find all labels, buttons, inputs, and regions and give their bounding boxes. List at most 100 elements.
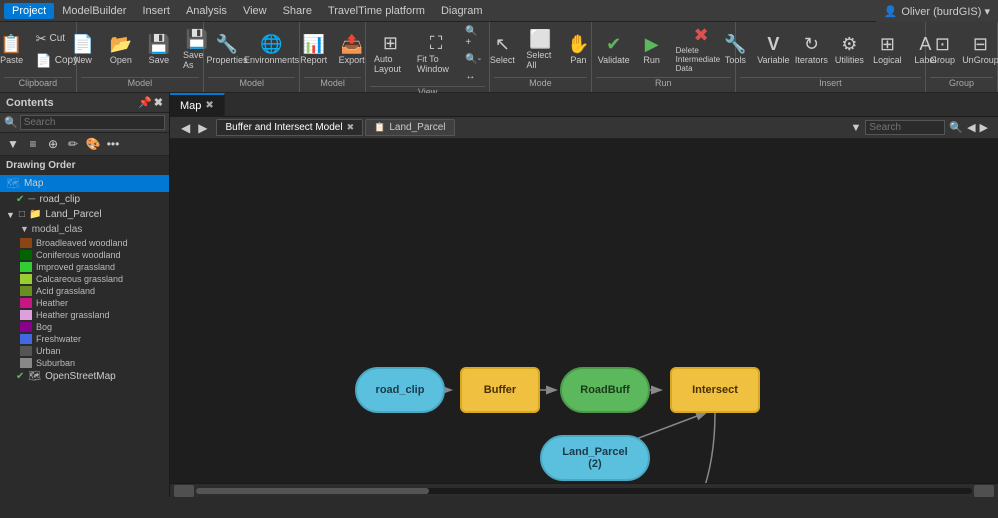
more-icon[interactable]: ••• — [104, 135, 122, 153]
export-button[interactable]: 📤Export — [334, 33, 370, 67]
layer-road-clip[interactable]: ✔ ─ road_clip — [0, 192, 169, 207]
legend-urban: Urban — [0, 345, 169, 357]
export-icon: 📤 — [340, 35, 362, 53]
diagram-nav-right[interactable]: ▶ — [980, 121, 988, 134]
diagram-filter-icon[interactable]: ▼ — [850, 122, 861, 134]
menu-modelbuilder[interactable]: ModelBuilder — [54, 3, 134, 19]
open-label: Open — [110, 55, 132, 65]
fit-to-window-icon: ⛶ — [430, 34, 443, 52]
modal-clas-label: modal_clas — [32, 224, 83, 235]
diagram-search-icon[interactable]: 🔍 — [949, 121, 963, 134]
menu-traveltime[interactable]: TravelTime platform — [320, 3, 433, 19]
save-button[interactable]: 💾Save — [141, 33, 177, 67]
open-button[interactable]: 📂 Open — [103, 33, 139, 67]
environments-icon: 🌐 — [260, 35, 282, 53]
search-input[interactable] — [20, 115, 165, 130]
node-roadbuff-label: RoadBuff — [580, 384, 630, 396]
new-button[interactable]: 📄New — [65, 33, 101, 67]
land-parcel-expand[interactable]: ▼ — [6, 210, 15, 220]
save-icon: 💾 — [148, 35, 170, 53]
layer-openstreetmap[interactable]: ✔ 🗺 OpenStreetMap — [0, 369, 169, 384]
select-all-button[interactable]: ⬜Select All — [522, 28, 558, 72]
ribbon-group-insert: 🔧Tools VVariable ↻Iterators ⚙Utilities ⊞… — [736, 22, 926, 92]
list-icon[interactable]: ≡ — [24, 135, 42, 153]
node-buffer[interactable]: Buffer — [460, 367, 540, 413]
model-tab-land-parcel[interactable]: 📋 Land_Parcel — [365, 119, 454, 136]
utilities-button[interactable]: ⚙Utilities — [831, 33, 867, 67]
new-label: New — [74, 55, 92, 65]
logical-icon: ⊞ — [880, 35, 895, 53]
group-button[interactable]: ⊡Group — [924, 33, 960, 67]
iterators-button[interactable]: ↻Iterators — [793, 33, 829, 67]
modal-clas-expand[interactable]: ▼ — [20, 224, 29, 234]
scroll-thumb[interactable] — [196, 488, 429, 494]
node-land-parcel2[interactable]: Land_Parcel (2) — [540, 435, 650, 481]
select-button[interactable]: ↖Select — [484, 33, 520, 67]
node-roadbuff[interactable]: RoadBuff — [560, 367, 650, 413]
model-tab-buffer-close[interactable]: ✖ — [347, 122, 355, 133]
open-icon: 📂 — [110, 35, 132, 53]
zoom-out-button[interactable]: 🔍- — [461, 52, 485, 67]
properties-button[interactable]: 🔧Properties — [208, 33, 246, 67]
menu-view[interactable]: View — [235, 3, 275, 19]
model-tab-buffer-intersect[interactable]: Buffer and Intersect Model ✖ — [216, 119, 363, 136]
node-intersect-label: Intersect — [692, 384, 738, 396]
pan-icon: ✋ — [567, 35, 589, 53]
variable-button[interactable]: VVariable — [755, 33, 791, 67]
sidebar-pin-icon[interactable]: 📌 — [138, 96, 152, 109]
ribbon-group-group: ⊡Group ⊟UnGroup Group — [926, 22, 998, 92]
environments-button[interactable]: 🌐Environments — [248, 33, 296, 67]
forward-button[interactable]: ▶ — [195, 121, 210, 135]
sidebar-close-icon[interactable]: ✖ — [154, 96, 163, 109]
tab-map[interactable]: Map ✖ — [170, 93, 225, 117]
ungroup-icon: ⊟ — [973, 35, 988, 53]
menu-insert[interactable]: Insert — [134, 3, 178, 19]
coniferous-label: Coniferous woodland — [36, 250, 121, 260]
pan-view-button[interactable]: ↔ — [461, 69, 485, 84]
horizontal-scrollbar[interactable] — [170, 483, 998, 497]
paint-icon[interactable]: 🎨 — [84, 135, 102, 153]
menu-share[interactable]: Share — [275, 3, 320, 19]
scroll-left[interactable] — [174, 485, 194, 497]
insert-buttons: 🔧Tools VVariable ↻Iterators ⚙Utilities ⊞… — [740, 24, 921, 75]
fit-to-window-button[interactable]: ⛶ Fit To Window — [413, 32, 460, 76]
report-button[interactable]: 📊Report — [296, 33, 332, 67]
ribbon-group-props: 🔧Properties 🌐Environments Model — [204, 22, 300, 92]
zoom-icon[interactable]: ⊕ — [44, 135, 62, 153]
diagram-nav-left[interactable]: ◀ — [967, 121, 975, 134]
scroll-right[interactable] — [974, 485, 994, 497]
paste-button[interactable]: 📋 Paste — [0, 33, 30, 67]
tab-map-close[interactable]: ✖ — [205, 100, 213, 111]
legend-acid: Acid grassland — [0, 285, 169, 297]
ungroup-button[interactable]: ⊟UnGroup — [962, 33, 998, 67]
menu-analysis[interactable]: Analysis — [178, 3, 235, 19]
ribbon-group-report: 📊Report 📤Export Model — [300, 22, 366, 92]
tools-icon: 🔧 — [724, 35, 746, 53]
logical-button[interactable]: ⊞Logical — [869, 33, 905, 67]
run-button[interactable]: ▶Run — [634, 33, 670, 67]
coniferous-color — [20, 250, 32, 260]
menu-project[interactable]: Project — [4, 3, 54, 19]
main-layout: Contents 📌 ✖ 🔍 ▼ ≡ ⊕ ✏ 🎨 ••• Drawing Ord… — [0, 93, 998, 497]
bog-color — [20, 322, 32, 332]
content-area: Map ✖ ◀ ▶ Buffer and Intersect Model ✖ 📋… — [170, 93, 998, 497]
model-group-label: Model — [81, 77, 200, 90]
layer-land-parcel[interactable]: ▼ □ 📁 Land_Parcel — [0, 207, 169, 222]
node-road-clip[interactable]: road_clip — [355, 367, 445, 413]
fit-to-window-label: Fit To Window — [417, 54, 456, 74]
filter-icon[interactable]: ▼ — [4, 135, 22, 153]
node-intersect[interactable]: Intersect — [670, 367, 760, 413]
diagram-canvas[interactable]: road_clip Buffer RoadBuff Intersect Land… — [170, 139, 998, 497]
tools-button[interactable]: 🔧Tools — [717, 33, 753, 67]
layer-map[interactable]: 🗺 Map — [0, 175, 169, 192]
report-group-label: Model — [304, 77, 361, 90]
user-area[interactable]: 👤 Oliver (burdGIS) ▾ — [876, 0, 998, 22]
zoom-in-button[interactable]: 🔍+ — [461, 24, 485, 50]
validate-button[interactable]: ✔Validate — [596, 33, 632, 67]
diagram-search-input[interactable] — [865, 120, 945, 135]
menu-diagram[interactable]: Diagram — [433, 3, 491, 19]
auto-layout-button[interactable]: ⊞Auto Layout — [370, 32, 411, 76]
check-openstreetmap: ✔ — [16, 371, 24, 382]
back-button[interactable]: ◀ — [178, 121, 193, 135]
edit-icon[interactable]: ✏ — [64, 135, 82, 153]
